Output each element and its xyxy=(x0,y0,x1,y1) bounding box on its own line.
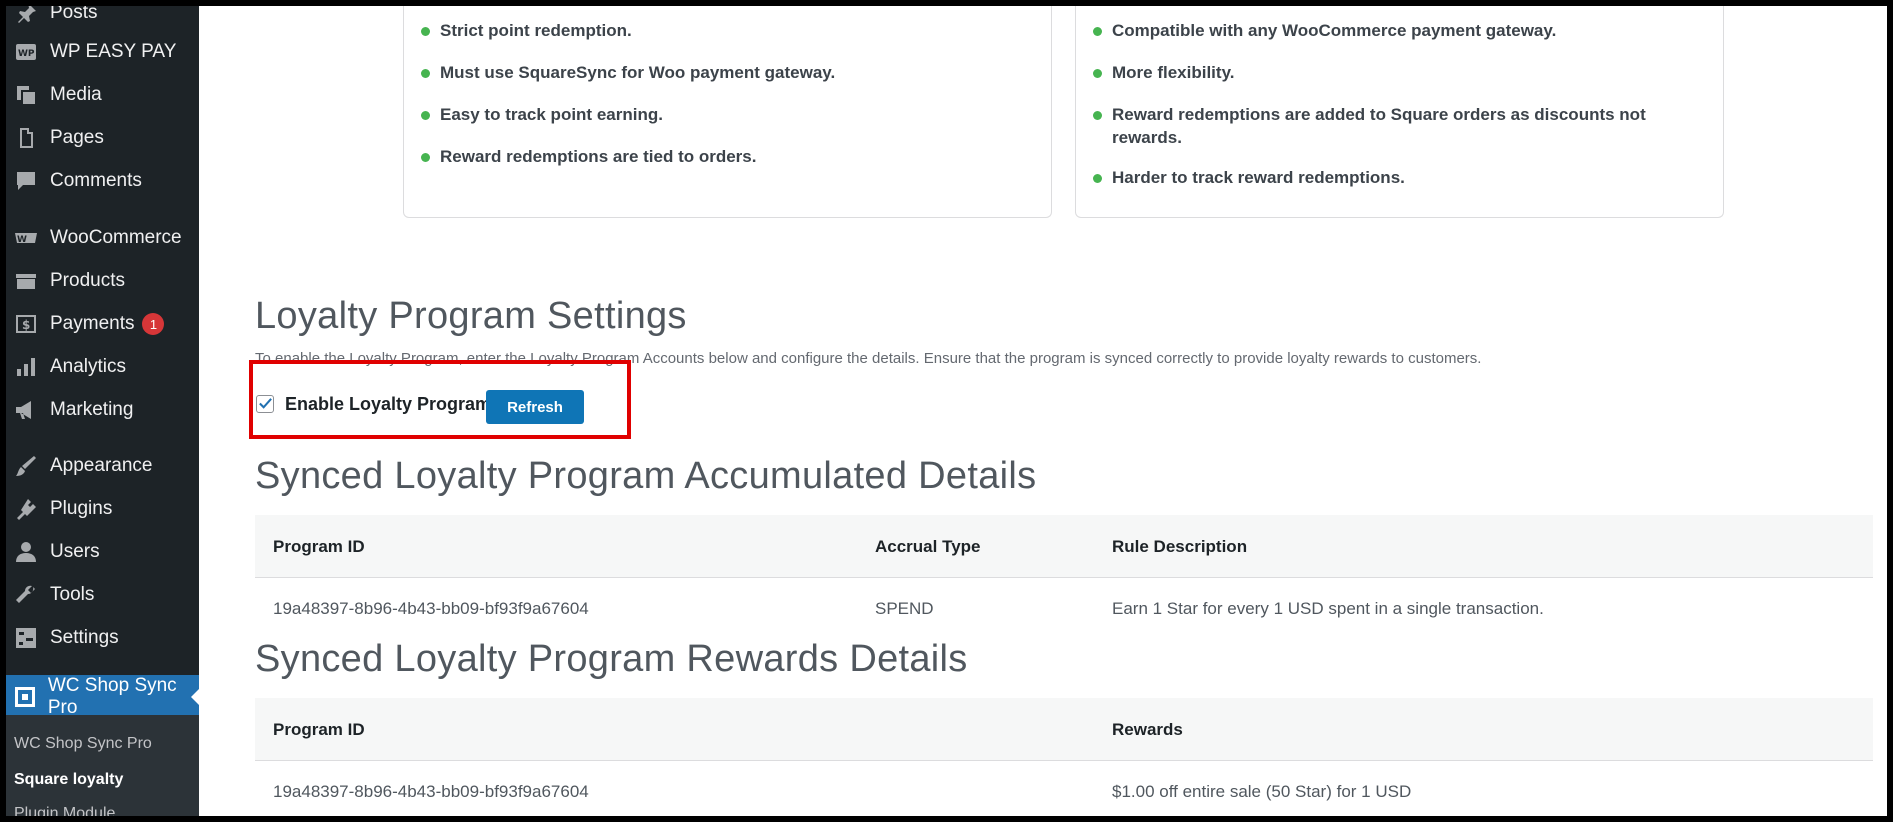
refresh-button[interactable]: Refresh xyxy=(486,390,584,424)
sidebar-item-label: Appearance xyxy=(50,455,153,476)
page-title: Loyalty Program Settings xyxy=(255,295,687,337)
list-item: Harder to track reward redemptions. xyxy=(1093,166,1405,189)
sidebar-item-label: WooCommerce xyxy=(50,227,182,248)
sidebar-item-label: WP EASY PAY xyxy=(50,41,177,62)
accrual-type-cell: SPEND xyxy=(875,599,934,618)
column-header-rule-description: Rule Description xyxy=(1112,537,1248,556)
sidebar-item-label: WC Shop Sync Pro xyxy=(47,675,177,718)
sidebar-item-settings[interactable]: Settings xyxy=(6,620,199,656)
enable-loyalty-label[interactable]: Enable Loyalty Program xyxy=(285,394,491,415)
comments-icon xyxy=(12,167,40,195)
admin-sidebar: Posts WP WP EASY PAY Media Pages Comment… xyxy=(6,6,200,816)
list-item: Must use SquareSync for Woo payment gate… xyxy=(421,61,835,84)
sidebar-item-products[interactable]: Products xyxy=(6,263,199,299)
users-icon xyxy=(12,538,40,566)
wrench-icon xyxy=(12,581,40,609)
sidebar-item-tools[interactable]: Tools xyxy=(6,577,199,613)
sidebar-item-media[interactable]: Media xyxy=(6,77,199,113)
sidebar-item-woocommerce[interactable]: W WooCommerce xyxy=(6,220,199,256)
column-header-program-id: Program ID xyxy=(273,720,365,739)
sidebar-item-comments[interactable]: Comments xyxy=(6,163,199,199)
sidebar-item-label: Marketing xyxy=(50,399,134,420)
sidebar-item-users[interactable]: Users xyxy=(6,534,199,570)
sidebar-item-wc-shop-sync-pro[interactable]: WC Shop Sync Pro xyxy=(6,675,200,719)
wp-easy-pay-icon: WP xyxy=(12,38,40,66)
submenu-item-plugin-module[interactable]: Plugin Module xyxy=(14,805,115,816)
svg-text:$: $ xyxy=(22,318,30,332)
pin-icon xyxy=(12,6,40,27)
enable-loyalty-checkbox[interactable] xyxy=(256,395,274,413)
main-content: Strict point redemption. Must use Square… xyxy=(223,6,1887,816)
accumulated-details-heading: Synced Loyalty Program Accumulated Detai… xyxy=(255,455,1037,497)
sidebar-item-label: Tools xyxy=(50,584,95,605)
sidebar-item-label: Comments xyxy=(50,170,142,191)
sidebar-item-analytics[interactable]: Analytics xyxy=(6,349,199,385)
sidebar-item-posts[interactable]: Posts xyxy=(6,6,199,31)
rewards-cell: $1.00 off entire sale (50 Star) for 1 US… xyxy=(1112,782,1412,801)
bullet-dot xyxy=(1093,27,1102,36)
rewards-details-heading: Synced Loyalty Program Rewards Details xyxy=(255,638,968,680)
active-indicator-arrow xyxy=(191,688,200,706)
list-item: Reward redemptions are added to Square o… xyxy=(1093,103,1672,149)
sidebar-item-label: Posts xyxy=(50,6,98,23)
bullet-dot xyxy=(1093,69,1102,78)
screen-frame: Posts WP WP EASY PAY Media Pages Comment… xyxy=(6,6,1887,816)
rule-description-cell: Earn 1 Star for every 1 USD spent in a s… xyxy=(1112,599,1544,618)
option-card-right: Compatible with any WooCommerce payment … xyxy=(1075,6,1724,218)
list-item: Easy to track point earning. xyxy=(421,103,663,126)
list-item: Reward redemptions are tied to orders. xyxy=(421,145,756,168)
program-id-cell: 19a48397-8b96-4b43-bb09-bf93f9a67604 xyxy=(273,782,589,801)
sidebar-item-label: Users xyxy=(50,541,100,562)
woocommerce-icon: W xyxy=(12,224,40,252)
sidebar-item-label: Pages xyxy=(50,127,104,148)
submenu-item-wc-shop-sync-pro[interactable]: WC Shop Sync Pro xyxy=(14,735,152,753)
sidebar-item-payments[interactable]: $ Payments 1 xyxy=(6,306,199,342)
bullet-dot xyxy=(421,111,430,120)
bullet-dot xyxy=(421,27,430,36)
square-icon xyxy=(12,683,38,711)
list-item: More flexibility. xyxy=(1093,61,1235,84)
sidebar-item-label: Media xyxy=(50,84,102,105)
analytics-icon xyxy=(12,353,40,381)
table-header: Program ID Accrual Type Rule Description xyxy=(255,515,1873,578)
column-header-program-id: Program ID xyxy=(273,537,365,556)
column-header-rewards: Rewards xyxy=(1112,720,1183,739)
sidebar-item-label: Analytics xyxy=(50,356,127,377)
svg-text:W: W xyxy=(17,235,27,245)
svg-text:WP: WP xyxy=(18,49,35,59)
media-icon xyxy=(12,81,40,109)
sidebar-item-label: Payments xyxy=(50,313,135,334)
sidebar-item-pages[interactable]: Pages xyxy=(6,120,199,156)
program-id-cell: 19a48397-8b96-4b43-bb09-bf93f9a67604 xyxy=(273,599,589,618)
sidebar-item-label: Plugins xyxy=(50,498,113,519)
list-item: Compatible with any WooCommerce payment … xyxy=(1093,19,1556,42)
megaphone-icon xyxy=(12,396,40,424)
sidebar-item-wp-easy-pay[interactable]: WP WP EASY PAY xyxy=(6,34,199,70)
sidebar-item-label: Settings xyxy=(50,627,119,648)
list-item: Strict point redemption. xyxy=(421,19,632,42)
accumulated-details-table: Program ID Accrual Type Rule Description… xyxy=(255,515,1873,635)
brush-icon xyxy=(12,452,40,480)
notification-badge: 1 xyxy=(142,313,165,335)
checkmark-icon xyxy=(259,398,272,409)
sidebar-submenu: WC Shop Sync Pro Square loyalty Plugin M… xyxy=(6,715,199,816)
rewards-details-table: Program ID Rewards 19a48397-8b96-4b43-bb… xyxy=(255,698,1873,816)
sidebar-item-label: Products xyxy=(50,270,125,291)
products-icon xyxy=(12,267,40,295)
settings-icon xyxy=(12,624,40,652)
submenu-item-square-loyalty[interactable]: Square loyalty xyxy=(14,771,123,789)
sidebar-item-appearance[interactable]: Appearance xyxy=(6,448,199,484)
column-header-accrual-type: Accrual Type xyxy=(875,537,981,556)
option-card-left: Strict point redemption. Must use Square… xyxy=(403,6,1052,218)
bullet-dot xyxy=(421,69,430,78)
sidebar-item-plugins[interactable]: Plugins xyxy=(6,491,199,527)
bullet-dot xyxy=(421,153,430,162)
plugin-icon xyxy=(12,495,40,523)
pages-icon xyxy=(12,124,40,152)
bullet-dot xyxy=(1093,111,1102,120)
sidebar-item-marketing[interactable]: Marketing xyxy=(6,392,199,428)
bullet-dot xyxy=(1093,174,1102,183)
payments-icon: $ xyxy=(12,310,40,338)
table-header: Program ID Rewards xyxy=(255,698,1873,761)
